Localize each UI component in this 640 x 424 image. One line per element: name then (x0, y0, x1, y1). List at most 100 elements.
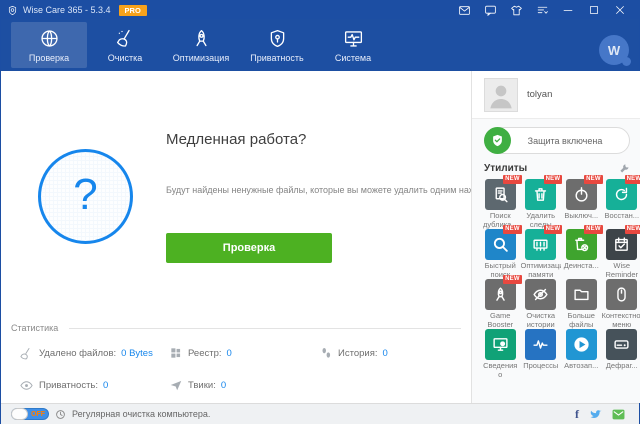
paper-plane-icon (170, 380, 182, 391)
utility-wise-reminder[interactable]: NEW Wise Reminder (602, 225, 640, 279)
utility-label: Автозап... (564, 362, 599, 370)
tab-privacy[interactable]: Приватность (239, 22, 315, 68)
utility-label: Контекстное меню (601, 312, 640, 329)
hard-drive-icon (606, 329, 638, 360)
checkup-icon (40, 29, 58, 47)
tab-cleaner[interactable]: Очистка (87, 22, 163, 68)
username: tolyan (527, 89, 553, 100)
utility-system-restore[interactable]: NEW Восстан... (602, 175, 640, 229)
protection-status-button[interactable]: Защита включена (484, 127, 630, 154)
stat-history: История: 0 (319, 346, 388, 360)
utility-label: Дефраг... (605, 362, 638, 370)
utility-auto-shutdown[interactable]: NEW Выключ... (561, 175, 603, 229)
rocket-icon (195, 29, 207, 46)
system-monitor-icon (344, 30, 362, 47)
question-mark: ? (73, 169, 98, 219)
trash-icon: NEW (525, 175, 563, 210)
rocket-icon: NEW (484, 275, 522, 310)
utility-game-booster[interactable]: NEW Game Booster (480, 275, 522, 329)
utility-label: Восстан... (604, 212, 640, 220)
mouse-icon (606, 279, 638, 310)
utility-duplicate-finder[interactable]: NEW Поиск дублика... (480, 175, 522, 229)
shield-check-icon (484, 127, 511, 154)
minimize-button[interactable] (555, 1, 581, 19)
scheduled-clean-toggle[interactable]: OFF (11, 407, 49, 420)
chat-bubble-icon (484, 5, 496, 16)
schedule-label: Регулярная очистка компьютера. (72, 409, 211, 419)
sidebar: tolyan Защита включена Утилиты NEW Поиск… (471, 71, 640, 403)
stat-privacy: Приватность: 0 (19, 378, 108, 393)
toggle-knob (11, 407, 28, 420)
new-badge: NEW (543, 175, 563, 184)
utility-label: Оптимизация памяти (520, 262, 562, 279)
checkup-button[interactable]: Проверка (166, 233, 332, 263)
main-panel: ? Медленная работа? Будут найдены ненужн… (1, 71, 503, 403)
twitter-icon[interactable] (589, 409, 602, 420)
wisecare-assistant-bubble[interactable]: W (599, 35, 631, 66)
footer-bar: OFF Регулярная очистка компьютера. f (1, 403, 639, 424)
nav-bar: Проверка Очистка Оптимизация Приватность… (1, 19, 639, 71)
memory-chip-icon: NEW (525, 225, 563, 260)
tab-checkup[interactable]: Проверка (11, 22, 87, 68)
wrench-icon[interactable] (619, 163, 630, 174)
skin-button[interactable] (503, 1, 529, 19)
user-account[interactable]: tolyan (472, 71, 640, 119)
utility-tracks-eraser[interactable]: NEW Удалить следы (521, 175, 563, 229)
maximize-button[interactable] (581, 1, 607, 19)
page-title: Медленная работа? (166, 131, 307, 148)
eye-icon (20, 381, 33, 390)
utility-label: Процессы (523, 362, 559, 370)
utility-context-menu[interactable]: Контекстное меню (602, 279, 640, 329)
utility-memory-optimizer[interactable]: NEW Оптимизация памяти (520, 225, 563, 279)
menu-button[interactable] (529, 1, 555, 19)
feedback-button[interactable] (477, 1, 503, 19)
play-circle-icon (565, 329, 597, 360)
mail-icon[interactable] (612, 409, 625, 420)
eye-slash-icon (525, 279, 557, 310)
wise-care-365-window: { "window": { "title": "Wise Care 365 - … (0, 0, 640, 424)
tab-label: Проверка (28, 52, 70, 63)
utility-uninstaller[interactable]: NEW Деинста... (561, 225, 603, 279)
utility-label: Выключ... (564, 212, 599, 220)
tab-label: Очистка (107, 52, 143, 63)
uninstall-trash-icon: NEW (565, 225, 603, 260)
stat-tweaks: Твики: 0 (169, 378, 226, 392)
utility-history-cleaner[interactable]: Очистка истории (521, 279, 562, 329)
tshirt-icon (510, 5, 522, 15)
protection-label: Защита включена (527, 135, 603, 146)
tab-label: Приватность (250, 52, 304, 63)
utility-system-info[interactable]: Сведения о (480, 329, 521, 379)
utilities-header: Утилиты (484, 163, 630, 174)
utility-processes[interactable]: Процессы (521, 329, 562, 379)
app-logo-icon (7, 5, 18, 16)
folder-icon (565, 279, 597, 310)
window-title: Wise Care 365 - 5.3.4 (23, 5, 111, 15)
tab-system[interactable]: Система (315, 22, 391, 68)
tab-label: Оптимизация (172, 52, 230, 63)
stat-deleted-files: Удалено файлов: 0 Bytes (19, 346, 153, 361)
new-badge: NEW (543, 225, 563, 234)
schedule-clock-icon (55, 409, 66, 420)
avatar (484, 77, 518, 112)
facebook-icon[interactable]: f (575, 407, 579, 422)
new-badge: NEW (503, 225, 522, 234)
scan-question-circle[interactable]: ? (38, 149, 133, 244)
menu-list-icon (537, 6, 548, 14)
new-badge: NEW (584, 225, 603, 234)
close-button[interactable] (607, 1, 633, 19)
utility-label: Game Booster (487, 312, 514, 329)
utility-defrag[interactable]: Дефраг... (602, 329, 640, 379)
utility-autorun[interactable]: Автозап... (561, 329, 602, 379)
statistics-title: Статистика (11, 323, 59, 333)
title-bar: Wise Care 365 - 5.3.4 PRO (1, 1, 639, 19)
toggle-state: OFF (31, 410, 45, 418)
messages-button[interactable] (451, 1, 477, 19)
utility-quick-search[interactable]: NEW Быстрый поиск (480, 225, 522, 279)
broom-icon (116, 29, 130, 47)
stat-registry: Реестр: 0 (169, 346, 232, 360)
utility-more-files[interactable]: Больше файлы (561, 279, 602, 329)
tab-optimization[interactable]: Оптимизация (163, 22, 239, 68)
utility-label: Очистка истории (526, 312, 556, 329)
new-badge: NEW (503, 175, 522, 184)
new-badge: NEW (584, 175, 603, 184)
